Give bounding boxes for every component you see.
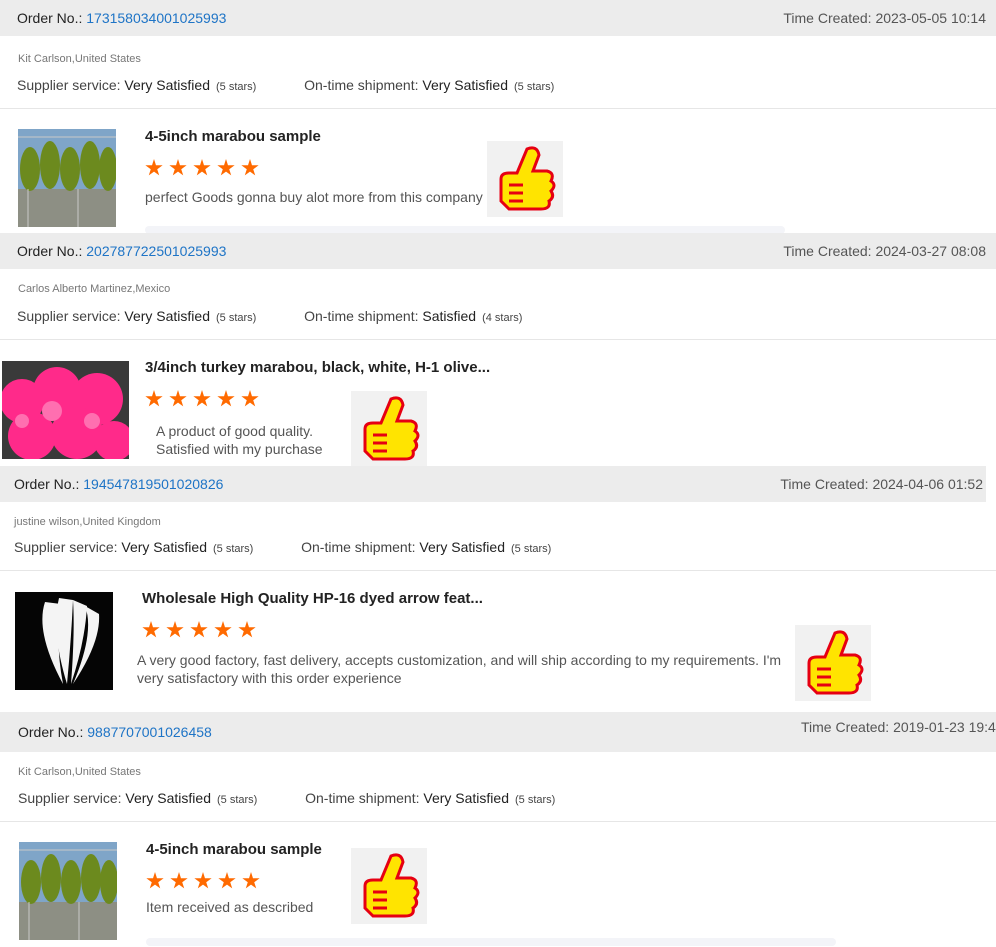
star-icon bbox=[238, 621, 256, 638]
time-created: Time Created: 2019-01-23 19:46 bbox=[801, 719, 996, 735]
service-ratings: Supplier service: Very Satisfied (5 stars… bbox=[14, 539, 552, 555]
star-icon bbox=[217, 159, 235, 176]
star-icon bbox=[242, 872, 260, 889]
product-title[interactable]: 4-5inch marabou sample bbox=[146, 841, 322, 858]
order-number: Order No.: 194547819501020826 bbox=[14, 476, 224, 492]
star-rating bbox=[146, 872, 266, 890]
order-number-link[interactable]: 9887707001026458 bbox=[87, 724, 212, 740]
order-header: Order No.: 173158034001025993 Time Creat… bbox=[0, 0, 996, 36]
review-text: A product of good quality. Satisfied wit… bbox=[156, 423, 323, 457]
order-number: Order No.: 9887707001026458 bbox=[18, 724, 212, 740]
product-thumbnail[interactable] bbox=[15, 592, 113, 690]
order-header: Order No.: 194547819501020826 Time Creat… bbox=[0, 466, 986, 502]
review-text: Item received as described bbox=[146, 899, 314, 915]
thumbs-up-icon[interactable] bbox=[351, 848, 427, 924]
star-rating bbox=[145, 159, 265, 177]
divider bbox=[0, 821, 996, 822]
service-ratings: Supplier service: Very Satisfied (5 stars… bbox=[17, 77, 555, 93]
divider bbox=[0, 108, 996, 109]
service-ratings: Supplier service: Very Satisfied (5 stars… bbox=[17, 308, 523, 324]
star-icon bbox=[190, 621, 208, 638]
time-created: Time Created: 2023-05-05 10:14 bbox=[783, 10, 986, 26]
star-icon bbox=[170, 872, 188, 889]
star-icon bbox=[142, 621, 160, 638]
star-icon bbox=[214, 621, 232, 638]
order-number-link[interactable]: 173158034001025993 bbox=[86, 10, 226, 26]
product-thumbnail[interactable] bbox=[2, 361, 129, 459]
review-text: A very good factory, fast delivery, acce… bbox=[137, 652, 782, 686]
star-icon bbox=[145, 159, 163, 176]
star-rating bbox=[145, 390, 265, 408]
star-icon bbox=[169, 159, 187, 176]
product-thumbnail[interactable] bbox=[18, 129, 116, 227]
service-ratings: Supplier service: Very Satisfied (5 stars… bbox=[18, 790, 556, 806]
star-rating bbox=[142, 621, 262, 639]
product-thumbnail[interactable] bbox=[19, 842, 117, 940]
order-number: Order No.: 173158034001025993 bbox=[17, 10, 227, 26]
star-icon bbox=[169, 390, 187, 407]
order-number-link[interactable]: 194547819501020826 bbox=[83, 476, 223, 492]
buyer-name: Carlos Alberto Martinez,Mexico bbox=[18, 283, 171, 295]
divider bbox=[0, 570, 996, 571]
buyer-name: Kit Carlson,United States bbox=[18, 766, 141, 778]
order-header: Order No.: 202787722501025993 Time Creat… bbox=[0, 233, 996, 269]
star-icon bbox=[218, 872, 236, 889]
star-icon bbox=[217, 390, 235, 407]
order-header: Order No.: 9887707001026458 Time Created… bbox=[0, 712, 996, 752]
product-title[interactable]: 3/4inch turkey marabou, black, white, H-… bbox=[145, 359, 490, 376]
star-icon bbox=[193, 159, 211, 176]
time-created: Time Created: 2024-04-06 01:52 bbox=[780, 476, 983, 492]
star-icon bbox=[193, 390, 211, 407]
product-title[interactable]: 4-5inch marabou sample bbox=[145, 128, 321, 145]
reply-bar bbox=[146, 938, 836, 946]
thumbs-up-icon[interactable] bbox=[487, 141, 563, 217]
review-text: perfect Goods gonna buy alot more from t… bbox=[145, 189, 483, 205]
star-icon bbox=[166, 621, 184, 638]
order-number-link[interactable]: 202787722501025993 bbox=[86, 243, 226, 259]
star-icon bbox=[145, 390, 163, 407]
buyer-name: Kit Carlson,United States bbox=[18, 53, 141, 65]
thumbs-up-icon[interactable] bbox=[795, 625, 871, 701]
star-icon bbox=[241, 159, 259, 176]
thumbs-up-icon[interactable] bbox=[351, 391, 427, 467]
buyer-name: justine wilson,United Kingdom bbox=[14, 516, 161, 528]
star-icon bbox=[241, 390, 259, 407]
star-icon bbox=[194, 872, 212, 889]
time-created: Time Created: 2024-03-27 08:08 bbox=[783, 243, 986, 259]
product-title[interactable]: Wholesale High Quality HP-16 dyed arrow … bbox=[142, 590, 483, 607]
star-icon bbox=[146, 872, 164, 889]
divider bbox=[0, 339, 996, 340]
order-number: Order No.: 202787722501025993 bbox=[17, 243, 227, 259]
